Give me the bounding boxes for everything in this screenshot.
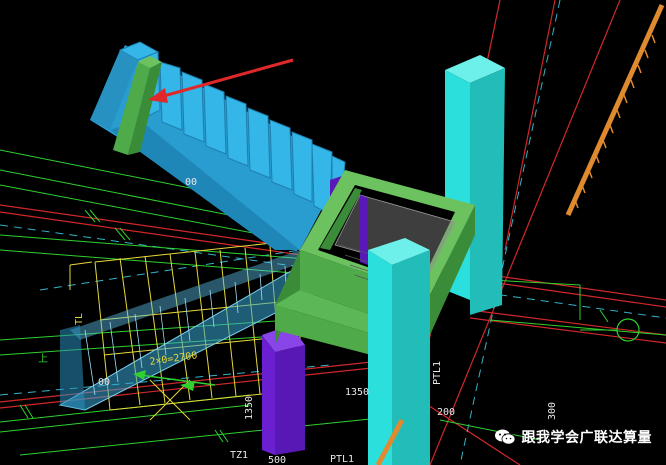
dim-500-label: 500 [268, 455, 286, 465]
tag-ptl1-right-label: PTL1 [432, 361, 443, 385]
cad-3d-viewport[interactable]: 2×0=2700 1350 500 TL TZ1 PTL1 PTL1 200 3… [0, 0, 666, 465]
dim-200-label: 200 [437, 407, 455, 418]
dim-small-left-label: 00 [185, 177, 197, 188]
dim-1350-vertical-label: 1350 [244, 396, 255, 420]
tag-up-label: 上 [38, 353, 48, 365]
tag-tl-label: TL [74, 313, 85, 325]
watermark: 跟我学会广联达算量 [494, 427, 653, 447]
column-front [368, 238, 430, 465]
dim-1350-label: 1350 [345, 387, 369, 398]
tag-tz1-label: TZ1 [230, 450, 248, 461]
dim-300-label: 300 [547, 402, 558, 420]
tag-ptl1-bottom-label: PTL1 [330, 454, 354, 465]
wechat-icon [494, 429, 515, 445]
dim-small-bottom-label: 00 [98, 377, 110, 388]
scene-canvas[interactable]: 2×0=2700 1350 500 TL TZ1 PTL1 PTL1 200 3… [0, 0, 666, 465]
watermark-text: 跟我学会广联达算量 [521, 430, 652, 446]
